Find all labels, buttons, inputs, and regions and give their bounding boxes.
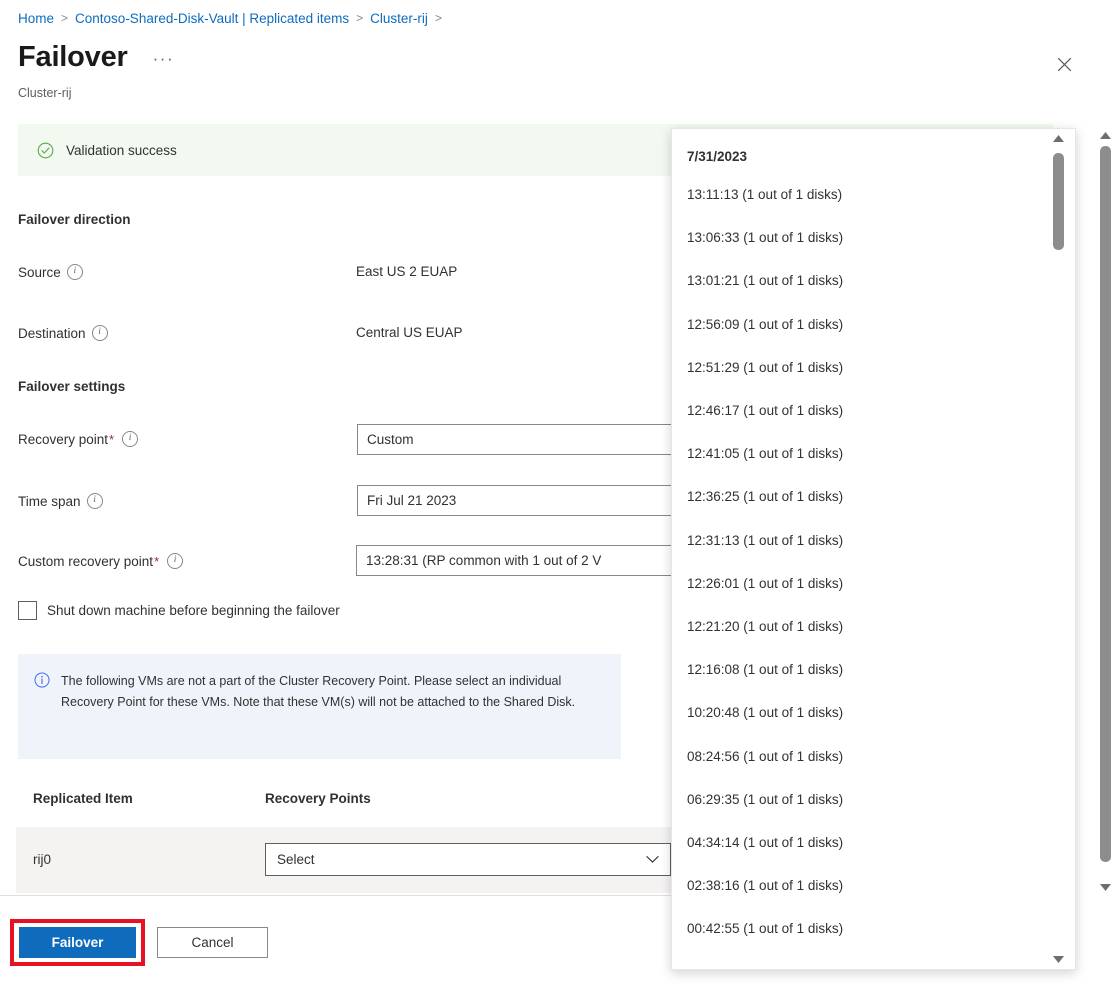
scroll-down-arrow-icon[interactable]: [1052, 955, 1065, 964]
dropdown-item[interactable]: 12:26:01 (1 out of 1 disks): [672, 562, 1048, 605]
page-scrollbar-thumb[interactable]: [1100, 146, 1111, 862]
info-banner: The following VMs are not a part of the …: [18, 654, 621, 759]
dropdown-date-header: 7/31/2023: [672, 129, 1048, 173]
time-span-label-text: Time span: [18, 494, 81, 509]
breadcrumb-item-vault[interactable]: Contoso-Shared-Disk-Vault | Replicated i…: [75, 11, 349, 26]
info-icon[interactable]: i: [122, 431, 138, 447]
destination-label: Destination i: [18, 325, 108, 341]
section-heading-failover-direction: Failover direction: [18, 212, 131, 227]
validation-message: Validation success: [66, 143, 177, 158]
required-marker: *: [154, 554, 159, 569]
dropdown-item[interactable]: 12:16:08 (1 out of 1 disks): [672, 648, 1048, 691]
check-circle-icon: [37, 142, 54, 159]
dropdown-item[interactable]: 04:34:14 (1 out of 1 disks): [672, 821, 1048, 864]
replicated-item-name: rij0: [33, 852, 51, 867]
chevron-down-icon: [646, 855, 659, 864]
source-label: Source i: [18, 264, 83, 280]
page-title: Failover: [18, 40, 128, 74]
source-value: East US 2 EUAP: [356, 264, 457, 279]
more-options-icon[interactable]: ···: [148, 50, 179, 68]
column-header-replicated-item: Replicated Item: [33, 791, 133, 806]
info-banner-message: The following VMs are not a part of the …: [61, 671, 601, 759]
time-span-value: Fri Jul 21 2023: [367, 493, 456, 508]
dropdown-item[interactable]: 02:38:16 (1 out of 1 disks): [672, 864, 1048, 907]
dropdown-scrollbar[interactable]: [1050, 131, 1067, 967]
dropdown-item[interactable]: 10:20:48 (1 out of 1 disks): [672, 691, 1048, 734]
dropdown-item[interactable]: 12:21:20 (1 out of 1 disks): [672, 605, 1048, 648]
breadcrumb-item-home[interactable]: Home: [18, 11, 54, 26]
dropdown-item[interactable]: 00:42:55 (1 out of 1 disks): [672, 907, 1048, 950]
breadcrumb-separator-icon: >: [61, 11, 68, 25]
custom-recovery-point-value: 13:28:31 (RP common with 1 out of 2 V: [366, 553, 601, 568]
dropdown-item[interactable]: 13:11:13 (1 out of 1 disks): [672, 173, 1048, 216]
cancel-button[interactable]: Cancel: [157, 927, 268, 958]
dropdown-item[interactable]: 12:51:29 (1 out of 1 disks): [672, 346, 1048, 389]
info-icon[interactable]: i: [92, 325, 108, 341]
recovery-point-select-value: Select: [277, 852, 315, 867]
recovery-point-dropdown-panel: 7/31/2023 13:11:13 (1 out of 1 disks)13:…: [671, 128, 1076, 970]
scroll-up-arrow-icon[interactable]: [1052, 134, 1065, 143]
recovery-point-label: Recovery point * i: [18, 431, 138, 447]
breadcrumb: Home > Contoso-Shared-Disk-Vault | Repli…: [18, 8, 449, 28]
dropdown-item[interactable]: 08:24:56 (1 out of 1 disks): [672, 734, 1048, 777]
column-header-recovery-points: Recovery Points: [265, 791, 371, 806]
source-label-text: Source: [18, 265, 61, 280]
recovery-point-value: Custom: [367, 432, 414, 447]
dropdown-item[interactable]: 12:46:17 (1 out of 1 disks): [672, 389, 1048, 432]
close-button[interactable]: [1048, 48, 1080, 80]
dropdown-item[interactable]: 13:06:33 (1 out of 1 disks): [672, 216, 1048, 259]
shutdown-machine-checkbox-row[interactable]: Shut down machine before beginning the f…: [18, 601, 340, 620]
info-icon[interactable]: i: [67, 264, 83, 280]
page-header: Failover ···: [18, 40, 179, 74]
recovery-point-select[interactable]: Select: [265, 843, 671, 876]
breadcrumb-separator-icon: >: [356, 11, 363, 25]
dropdown-item[interactable]: 12:31:13 (1 out of 1 disks): [672, 519, 1048, 562]
dropdown-item[interactable]: 12:36:25 (1 out of 1 disks): [672, 475, 1048, 518]
info-icon[interactable]: i: [167, 553, 183, 569]
destination-value: Central US EUAP: [356, 325, 463, 340]
dropdown-item[interactable]: 06:29:35 (1 out of 1 disks): [672, 778, 1048, 821]
dropdown-item[interactable]: 13:01:21 (1 out of 1 disks): [672, 259, 1048, 302]
scroll-up-arrow-icon[interactable]: [1099, 131, 1112, 140]
recovery-point-label-text: Recovery point: [18, 432, 108, 447]
page-subtitle: Cluster-rij: [18, 86, 71, 100]
time-span-label: Time span i: [18, 493, 103, 509]
footer-divider: [0, 895, 671, 896]
close-icon: [1057, 57, 1072, 72]
info-circle-icon: [34, 672, 50, 688]
scroll-down-arrow-icon[interactable]: [1099, 883, 1112, 892]
info-icon[interactable]: i: [87, 493, 103, 509]
dropdown-item[interactable]: 12:56:09 (1 out of 1 disks): [672, 303, 1048, 346]
breadcrumb-separator-icon: >: [435, 11, 442, 25]
dropdown-item[interactable]: 12:41:05 (1 out of 1 disks): [672, 432, 1048, 475]
recovery-point-dropdown-list: 7/31/2023 13:11:13 (1 out of 1 disks)13:…: [672, 129, 1048, 955]
dropdown-scrollbar-thumb[interactable]: [1053, 153, 1064, 250]
breadcrumb-item-cluster[interactable]: Cluster-rij: [370, 11, 428, 26]
section-heading-failover-settings: Failover settings: [18, 379, 125, 394]
custom-recovery-point-label: Custom recovery point * i: [18, 553, 183, 569]
page-scrollbar[interactable]: [1097, 128, 1114, 895]
failover-button[interactable]: Failover: [19, 927, 136, 958]
table-row: rij0 Select: [16, 827, 671, 893]
shutdown-machine-label: Shut down machine before beginning the f…: [47, 603, 340, 618]
destination-label-text: Destination: [18, 326, 86, 341]
required-marker: *: [109, 432, 114, 447]
shutdown-machine-checkbox[interactable]: [18, 601, 37, 620]
custom-recovery-point-label-text: Custom recovery point: [18, 554, 153, 569]
